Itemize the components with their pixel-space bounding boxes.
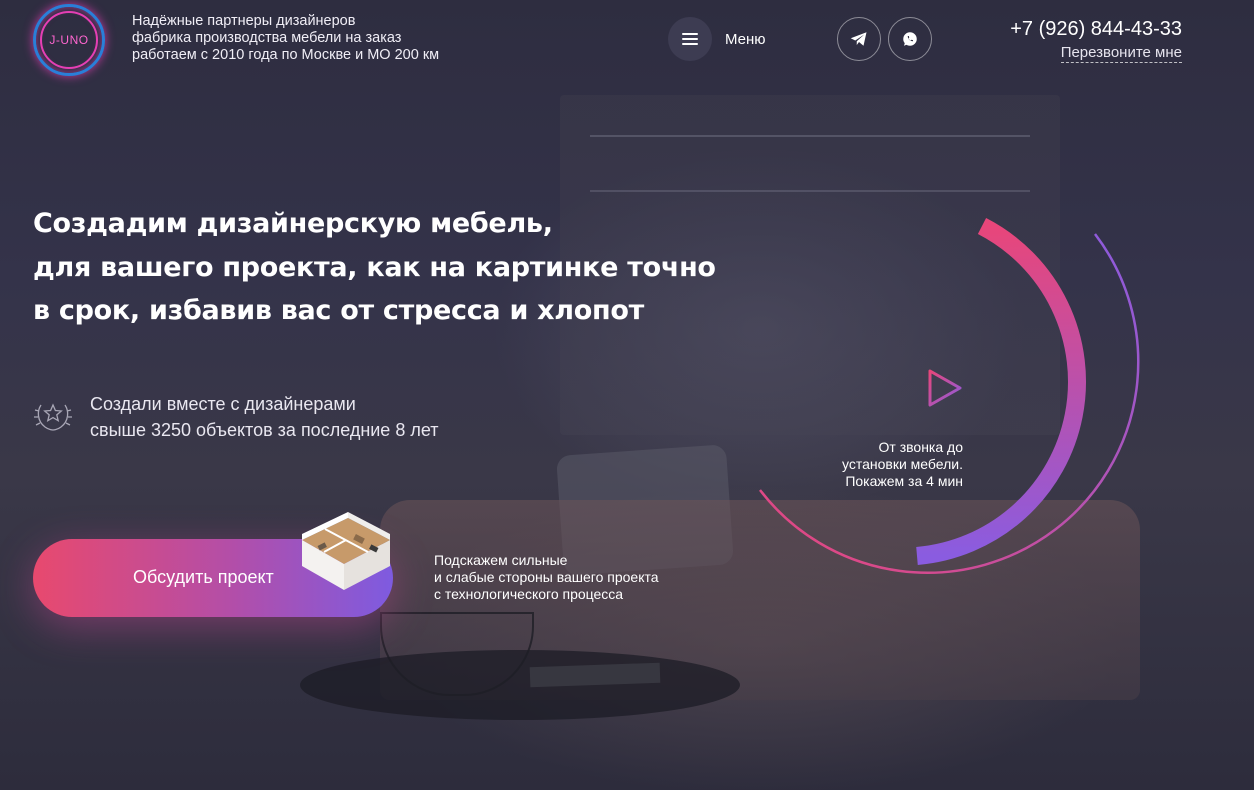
whatsapp-icon xyxy=(903,32,917,46)
headline-line: Создадим дизайнерскую мебель, xyxy=(33,208,553,239)
video-caption: От звонка до установки мебели. Покажем з… xyxy=(800,439,963,490)
menu-button[interactable] xyxy=(668,17,712,61)
video-caption-line: От звонка до xyxy=(878,439,963,455)
play-video-icon[interactable] xyxy=(924,366,968,410)
telegram-icon xyxy=(850,32,867,46)
laurel-star-icon xyxy=(34,403,72,431)
phone-number[interactable]: +7 (926) 844-43-33 xyxy=(1010,18,1182,41)
hamburger-icon xyxy=(682,33,698,45)
logo-text: J-UNO xyxy=(40,11,98,69)
telegram-button[interactable] xyxy=(837,17,881,61)
hint-line: и слабые стороны вашего проекта xyxy=(434,569,659,585)
achievement-text: Создали вместе с дизайнерами свыше 3250 … xyxy=(90,391,439,443)
tagline-line: работаем с 2010 года по Москве и МО 200 … xyxy=(132,47,440,63)
hero-headline: Создадим дизайнерскую мебель, для вашего… xyxy=(33,202,716,333)
apartment-3d-plan-image xyxy=(302,512,390,590)
tagline: Надёжные партнеры дизайнеров фабрика про… xyxy=(132,13,439,64)
tagline-line: Надёжные партнеры дизайнеров xyxy=(132,13,356,29)
video-caption-line: установки мебели. xyxy=(842,456,963,472)
logo[interactable]: J-UNO xyxy=(33,4,105,76)
headline-line: в срок, избавив вас от стресса и хлопот xyxy=(33,295,644,326)
hint-line: с технологического процесса xyxy=(434,586,624,602)
headline-line: для вашего проекта, как на картинке точн… xyxy=(33,251,716,283)
video-caption-line: Покажем за 4 мин xyxy=(845,473,963,489)
hint-line: Подскажем сильные xyxy=(434,552,568,568)
tagline-line: фабрика производства мебели на заказ xyxy=(132,30,402,46)
gradient-arc-decoration xyxy=(759,218,1140,575)
menu-label[interactable]: Меню xyxy=(725,31,766,48)
whatsapp-button[interactable] xyxy=(888,17,932,61)
achievement-line: Создали вместе с дизайнерами xyxy=(90,394,356,414)
achievement-line: свыше 3250 объектов за последние 8 лет xyxy=(90,420,439,440)
hint-text: Подскажем сильные и слабые стороны вашег… xyxy=(434,552,659,603)
callback-link[interactable]: Перезвоните мне xyxy=(1060,44,1182,63)
